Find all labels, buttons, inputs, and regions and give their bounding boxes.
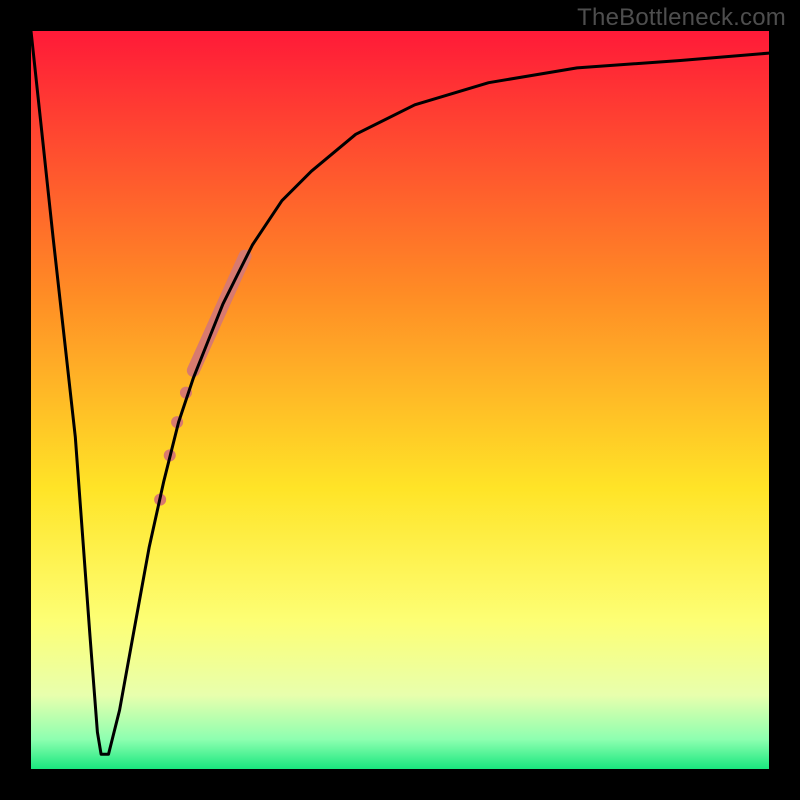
chart-svg <box>31 31 769 769</box>
chart-frame: TheBottleneck.com <box>0 0 800 800</box>
chart-background <box>31 31 769 769</box>
chart-plot-area <box>31 31 769 769</box>
watermark-text: TheBottleneck.com <box>577 4 786 32</box>
